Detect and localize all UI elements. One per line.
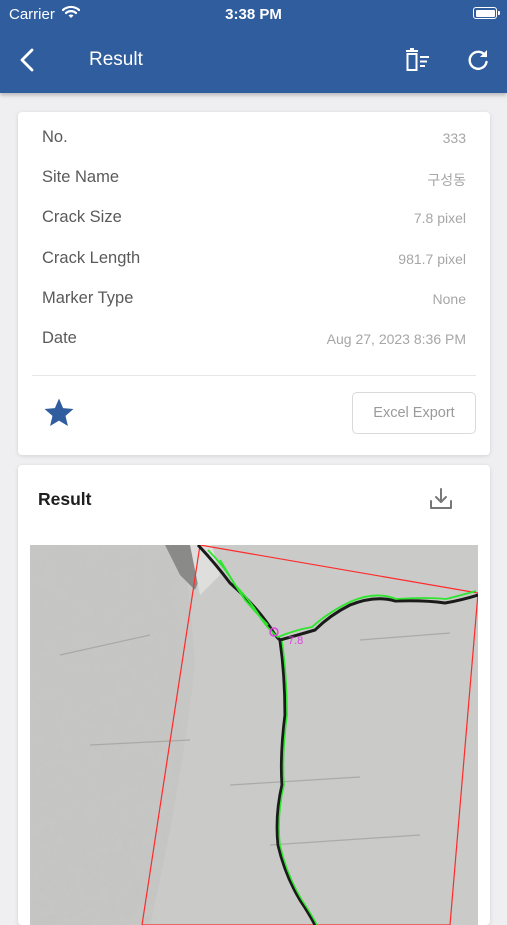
star-icon[interactable] [42, 396, 76, 430]
clock: 3:38 PM [225, 6, 282, 23]
info-row-site-name: Site Name 구성동 [42, 168, 466, 192]
refresh-icon[interactable] [466, 47, 490, 73]
row-label: Crack Length [42, 249, 141, 267]
excel-export-button[interactable]: Excel Export [352, 392, 476, 434]
row-label: Date [42, 329, 77, 347]
row-value: Aug 27, 2023 8:36 PM [326, 331, 466, 347]
row-value: 981.7 pixel [398, 251, 466, 267]
delete-list-icon[interactable] [404, 47, 432, 73]
chevron-left-icon[interactable] [14, 46, 42, 74]
app-header: Carrier 3:38 PM Result [0, 0, 507, 93]
row-label: Site Name [42, 168, 120, 186]
info-row-marker-type: Marker Type None [42, 289, 466, 313]
info-card: No. 333 Site Name 구성동 Crack Size 7.8 pix… [18, 112, 490, 455]
info-row-no: No. 333 [42, 128, 466, 152]
row-label: Marker Type [42, 289, 134, 307]
download-icon[interactable] [428, 486, 454, 512]
row-label: No. [42, 128, 68, 146]
status-bar: Carrier 3:38 PM [0, 0, 507, 28]
nav-bar: Result [0, 38, 507, 82]
crack-size-label: 7.8 [288, 635, 303, 647]
result-title: Result [38, 489, 92, 509]
row-label: Crack Size [42, 208, 122, 226]
page-title: Result [89, 49, 143, 70]
info-row-date: Date Aug 27, 2023 8:36 PM [42, 329, 466, 353]
info-row-crack-size: Crack Size 7.8 pixel [42, 208, 466, 232]
row-value: None [432, 291, 466, 307]
battery-icon [473, 7, 500, 19]
row-value: 구성동 [427, 172, 466, 188]
row-value: 333 [442, 130, 466, 146]
row-value: 7.8 pixel [413, 210, 466, 226]
crack-result-image: 7.8 [30, 545, 478, 925]
divider [32, 375, 476, 376]
info-row-crack-length: Crack Length 981.7 pixel [42, 249, 466, 273]
crack-image-drawing: 7.8 [30, 545, 478, 925]
result-card: Result 7.8 [18, 465, 490, 925]
